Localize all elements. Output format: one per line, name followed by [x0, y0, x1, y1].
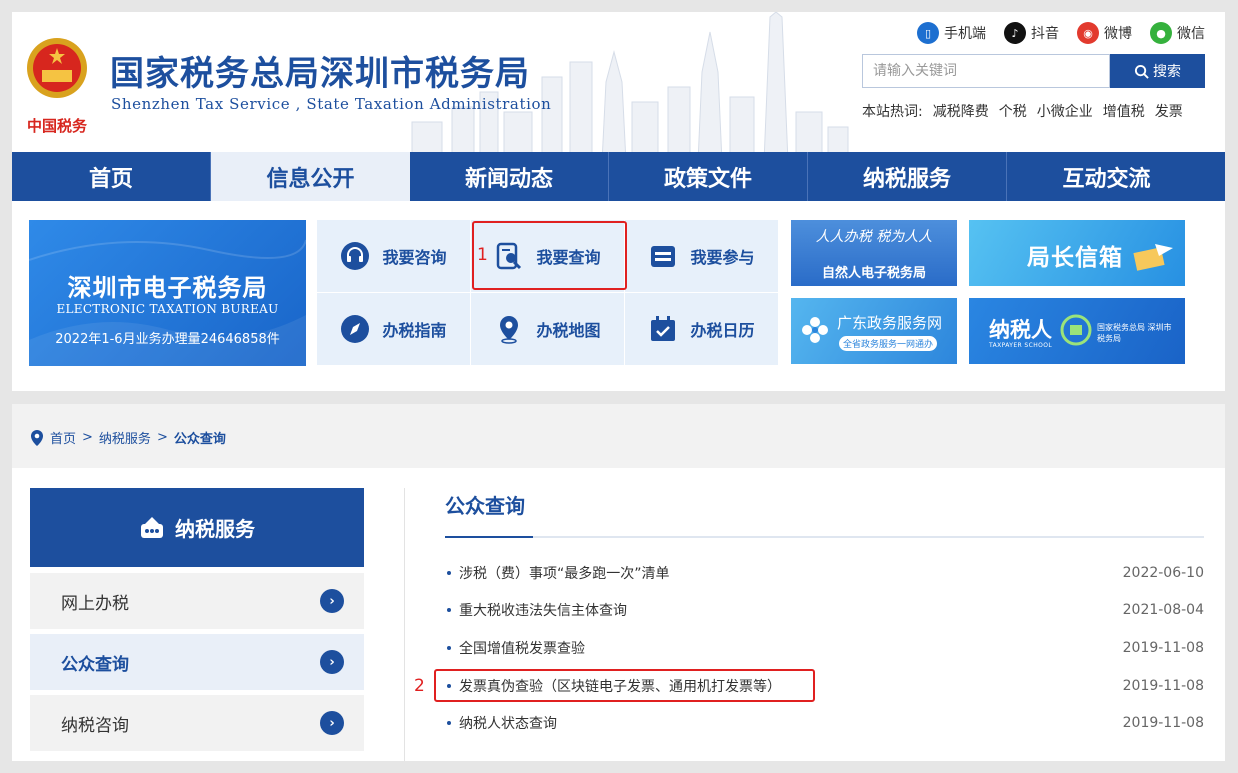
sidebar-item-public-query[interactable]: 公众查询 ›	[30, 634, 364, 690]
e-tax-title: 深圳市电子税务局	[67, 274, 268, 302]
chevron-right-icon: ›	[320, 711, 344, 735]
content-panel: 首页 > 纳税服务 > 公众查询 纳税服务 网上办税 › 公众查询 › 纳税咨询…	[12, 404, 1225, 761]
quick-consult[interactable]: 我要咨询	[317, 220, 471, 293]
compass-icon	[341, 315, 370, 343]
national-emblem-logo: 中国税务	[27, 38, 88, 135]
quick-map[interactable]: 办税地图	[471, 293, 625, 366]
breadcrumb-separator: >	[156, 430, 168, 445]
e-tax-bureau-banner[interactable]: 深圳市电子税务局 ELECTRONIC TAXATION BUREAU 2022…	[29, 220, 306, 366]
site-header-panel: 中国税务 国家税务总局深圳市税务局 Shenzhen Tax Service ,…	[12, 12, 1225, 391]
sidebar-item-tax-consult[interactable]: 纳税咨询 ›	[30, 695, 364, 751]
list-item[interactable]: 全国增值税发票查验 2019-11-08	[445, 629, 1204, 667]
social-links: ▯ 手机端 ♪ 抖音 ◉ 微博 ● 微信	[917, 22, 1205, 44]
search-icon	[1134, 64, 1149, 79]
social-wechat[interactable]: ● 微信	[1150, 22, 1205, 44]
social-mobile[interactable]: ▯ 手机端	[917, 22, 986, 44]
annotation-mark-2: 2	[414, 676, 425, 696]
main-nav: 首页 信息公开 新闻动态 政策文件 纳税服务 互动交流	[12, 152, 1225, 201]
hot-keyword[interactable]: 减税降费	[933, 101, 989, 121]
quick-participate[interactable]: 我要参与	[625, 220, 779, 293]
participate-icon	[651, 246, 676, 267]
title-underline	[445, 536, 1204, 538]
guangdong-gov-service-banner[interactable]: 广东政务服务网 全省政务服务一网通办	[791, 298, 957, 364]
flower-logo-icon	[802, 317, 828, 343]
headset-icon	[341, 242, 370, 270]
svg-text:中国税务: 中国税务	[27, 117, 88, 135]
list-item[interactable]: 重大税收违法失信主体查询 2021-08-04	[445, 591, 1204, 629]
breadcrumb-current: 公众查询	[173, 432, 226, 447]
sidebar-header: 纳税服务	[30, 488, 364, 567]
taxpayer-school-banner[interactable]: 纳税人 TAXPAYER SCHOOL 国家税务总局 深圳市税务局	[969, 298, 1185, 364]
breadcrumb-home[interactable]: 首页	[50, 428, 76, 447]
hot-keyword[interactable]: 发票	[1155, 101, 1183, 121]
hot-keywords: 本站热词: 减税降费 个税 小微企业 增值税 发票	[862, 101, 1183, 121]
list-title: 公众查询	[445, 494, 525, 518]
location-pin-icon	[31, 429, 43, 446]
envelope-icon	[1133, 244, 1173, 271]
hot-keyword[interactable]: 增值税	[1103, 101, 1145, 121]
school-emblem-icon	[1060, 314, 1092, 346]
service-robot-icon	[141, 516, 163, 538]
mobile-icon: ▯	[917, 22, 939, 44]
nav-home[interactable]: 首页	[12, 152, 211, 201]
quick-guide[interactable]: 办税指南	[317, 293, 471, 366]
list-item[interactable]: 纳税人状态查询 2019-11-08	[445, 704, 1204, 742]
nav-policy[interactable]: 政策文件	[609, 152, 808, 201]
search-input[interactable]	[862, 54, 1110, 88]
e-tax-stat: 2022年1-6月业务办理量24646858件	[55, 332, 280, 347]
director-mailbox-banner[interactable]: 局长信箱	[969, 220, 1185, 286]
hot-keywords-label: 本站热词:	[862, 104, 923, 120]
hot-keyword[interactable]: 个税	[999, 101, 1027, 121]
map-pin-icon	[500, 316, 519, 344]
sidebar-item-online-tax[interactable]: 网上办税 ›	[30, 573, 364, 629]
site-subtitle: Shenzhen Tax Service , State Taxation Ad…	[111, 95, 552, 113]
nav-info-disclosure[interactable]: 信息公开	[211, 152, 410, 201]
hot-keyword[interactable]: 小微企业	[1037, 101, 1093, 121]
breadcrumb-separator: >	[82, 430, 93, 445]
highlight-box-invoice-verify	[434, 669, 815, 702]
search-button[interactable]: 搜索	[1110, 54, 1205, 88]
chevron-right-icon: ›	[320, 589, 344, 613]
calendar-icon	[651, 316, 676, 341]
wechat-icon: ●	[1150, 22, 1172, 44]
nav-interaction[interactable]: 互动交流	[1007, 152, 1206, 201]
social-weibo[interactable]: ◉ 微博	[1077, 22, 1132, 44]
list-item[interactable]: 涉税（费）事项“最多跑一次”清单 2022-06-10	[445, 554, 1204, 592]
douyin-icon: ♪	[1004, 22, 1026, 44]
weibo-icon: ◉	[1077, 22, 1099, 44]
social-douyin[interactable]: ♪ 抖音	[1004, 22, 1059, 44]
sidebar-title: 纳税服务	[175, 517, 255, 541]
nav-news[interactable]: 新闻动态	[410, 152, 609, 201]
quick-calendar[interactable]: 办税日历	[625, 293, 779, 366]
nav-tax-service[interactable]: 纳税服务	[808, 152, 1007, 201]
site-title: 国家税务总局深圳市税务局	[110, 54, 530, 94]
column-divider	[404, 488, 405, 761]
chevron-right-icon: ›	[320, 650, 344, 674]
breadcrumb-section[interactable]: 纳税服务	[99, 428, 151, 447]
breadcrumb: 首页 > 纳税服务 > 公众查询	[30, 428, 226, 447]
natural-person-etax-banner[interactable]: 人人办税 税为人人 自然人电子税务局	[791, 220, 957, 286]
content-area: 纳税服务 网上办税 › 公众查询 › 纳税咨询 › 公众查询 涉税（费）事项“最…	[12, 468, 1225, 761]
highlight-box-query	[472, 221, 627, 290]
e-tax-english: ELECTRONIC TAXATION BUREAU	[56, 302, 279, 316]
